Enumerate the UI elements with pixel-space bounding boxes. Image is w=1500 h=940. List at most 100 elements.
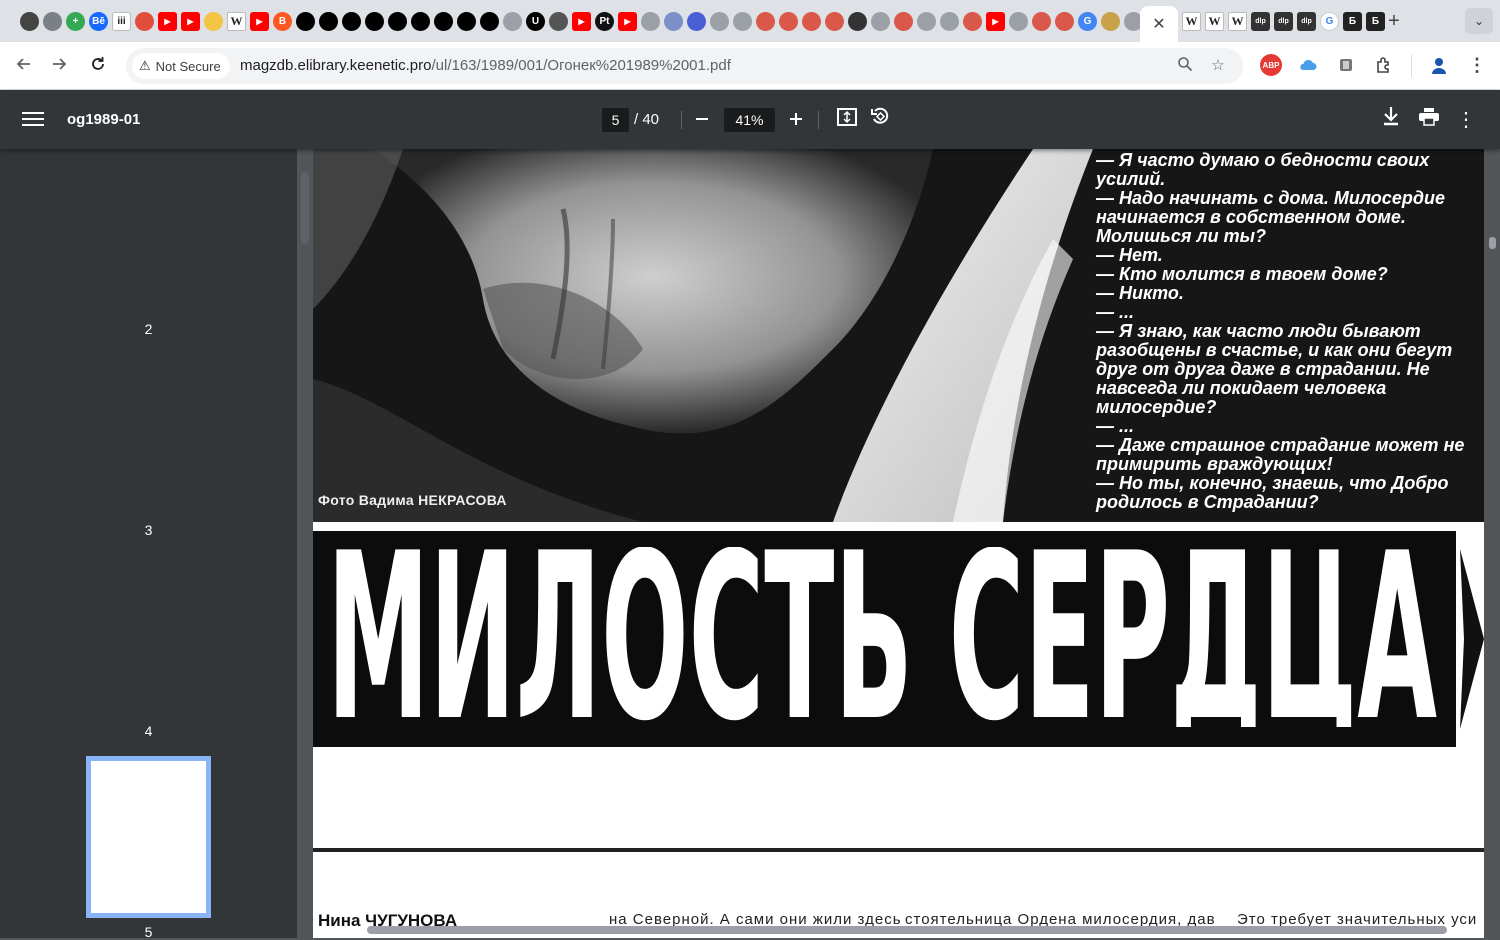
more-options-kebab-icon[interactable]: ⋮: [1452, 106, 1480, 134]
b-icon[interactable]: Б: [1343, 11, 1362, 31]
new-tab-button[interactable]: +: [1382, 9, 1406, 33]
thumbnail-page-5-selected[interactable]: [86, 756, 211, 918]
site-icon[interactable]: [1055, 11, 1074, 31]
rotate-button[interactable]: [866, 106, 894, 134]
dlp-icon[interactable]: dlp: [1251, 11, 1270, 31]
site-icon[interactable]: [135, 11, 154, 31]
security-chip[interactable]: ⚠ Not Secure: [132, 53, 230, 79]
emoji-icon[interactable]: [204, 11, 223, 31]
youtube-icon[interactable]: ▶: [572, 11, 591, 31]
black-circle-icon[interactable]: [342, 11, 361, 31]
zoom-in-button[interactable]: [782, 106, 810, 134]
site-icon[interactable]: [503, 11, 522, 31]
youtube-icon[interactable]: ▶: [618, 11, 637, 31]
site-icon[interactable]: [733, 11, 752, 31]
site-icon[interactable]: [963, 11, 982, 31]
puzzle-icon[interactable]: [20, 11, 39, 31]
black-circle-icon[interactable]: [296, 11, 315, 31]
dlp-icon[interactable]: dlp: [1274, 11, 1293, 31]
iiii-icon[interactable]: iii: [112, 11, 131, 31]
thumbnail-label-4[interactable]: 4: [0, 723, 297, 739]
google-icon[interactable]: G: [1320, 11, 1339, 31]
site-icon[interactable]: [664, 11, 683, 31]
zoom-out-button[interactable]: [688, 106, 716, 134]
black-circle-icon[interactable]: [457, 11, 476, 31]
slash-icon[interactable]: [549, 11, 568, 31]
zoom-magnifier-icon[interactable]: [1175, 56, 1195, 76]
site-icon[interactable]: [802, 11, 821, 31]
site-icon[interactable]: [1032, 11, 1051, 31]
u-icon[interactable]: U: [526, 11, 545, 31]
bookmark-star-icon[interactable]: ☆: [1208, 56, 1228, 76]
tab-search-button[interactable]: ⌄: [1465, 8, 1493, 34]
thumbnail-label-3[interactable]: 3: [0, 522, 297, 538]
youtube-icon[interactable]: ▶: [158, 11, 177, 31]
plus-green-icon[interactable]: +: [66, 11, 85, 31]
black-circle-icon[interactable]: [388, 11, 407, 31]
site-icon[interactable]: [940, 11, 959, 31]
site-icon[interactable]: [848, 11, 867, 31]
black-circle-icon[interactable]: [365, 11, 384, 31]
adblock-extension-icon[interactable]: ABP: [1260, 54, 1282, 76]
toolbar-divider: [818, 111, 819, 129]
site-icon[interactable]: [756, 11, 775, 31]
plus-icon: [790, 113, 802, 125]
site-icon[interactable]: [1101, 11, 1120, 31]
browser-menu-kebab-icon[interactable]: ⋮: [1466, 54, 1488, 76]
dialogue-line: — Я знаю, как часто люди бывают: [1096, 321, 1421, 341]
black-circle-icon[interactable]: [434, 11, 453, 31]
behance-icon[interactable]: Bē: [89, 11, 108, 31]
url-text[interactable]: magzdb.elibrary.keenetic.pro/ul/163/1989…: [240, 57, 731, 74]
vertical-scrollbar[interactable]: [1489, 237, 1496, 249]
extension-gray-icon[interactable]: [1335, 54, 1357, 76]
toolbar-separator: [1411, 55, 1412, 77]
back-button[interactable]: [9, 52, 37, 80]
horizontal-scrollbar[interactable]: [367, 926, 1447, 934]
black-circle-icon[interactable]: [411, 11, 430, 31]
forward-button[interactable]: [46, 52, 74, 80]
wikipedia-icon[interactable]: W: [1182, 11, 1201, 31]
fit-to-page-button[interactable]: [833, 106, 861, 134]
site-icon[interactable]: [1009, 11, 1028, 31]
wikipedia-icon[interactable]: W: [227, 11, 246, 31]
site-icon[interactable]: [641, 11, 660, 31]
site-icon[interactable]: [779, 11, 798, 31]
google-icon[interactable]: G: [1078, 11, 1097, 31]
site-icon[interactable]: [825, 11, 844, 31]
cloud-extension-icon[interactable]: [1297, 54, 1319, 76]
site-icon[interactable]: [687, 11, 706, 31]
tab-strip: + Bē iii ▶ ▶ W ▶ B U ▶ Pt ▶ ▶ G ✕ W W Wdlp dlp dlp G Б Б + ⌄: [0, 0, 1500, 42]
youtube-icon[interactable]: ▶: [181, 11, 200, 31]
youtube-icon[interactable]: ▶: [250, 11, 269, 31]
close-tab-icon[interactable]: ✕: [1152, 14, 1165, 34]
youtube-icon[interactable]: ▶: [986, 11, 1005, 31]
globe-icon[interactable]: [43, 11, 62, 31]
wikipedia-icon[interactable]: W: [1228, 11, 1247, 31]
thumbnail-sidebar: 2 3 4 5: [0, 149, 297, 940]
sidebar-scrollbar[interactable]: [301, 172, 309, 244]
profile-avatar-icon[interactable]: [1428, 54, 1450, 76]
download-button[interactable]: [1377, 106, 1405, 134]
dlp-icon[interactable]: dlp: [1297, 11, 1316, 31]
extensions-puzzle-icon[interactable]: [1373, 54, 1395, 76]
zoom-input[interactable]: 41%: [724, 108, 775, 132]
blogger-icon[interactable]: B: [273, 11, 292, 31]
print-button[interactable]: [1415, 106, 1443, 134]
black-circle-icon[interactable]: [480, 11, 499, 31]
black-circle-icon[interactable]: [319, 11, 338, 31]
site-icon[interactable]: [894, 11, 913, 31]
site-icon[interactable]: [710, 11, 729, 31]
sidebar-menu-button[interactable]: [22, 109, 44, 129]
address-bar[interactable]: ⚠ Not Secure magzdb.elibrary.keenetic.pr…: [126, 48, 1243, 84]
site-icon[interactable]: [871, 11, 890, 31]
dialogue-line: — Никто.: [1096, 283, 1184, 303]
page-number-input[interactable]: 5: [602, 108, 629, 132]
thumbnail-label-2[interactable]: 2: [0, 321, 297, 337]
dialogue-line: — ...: [1096, 416, 1135, 436]
site-icon[interactable]: [917, 11, 936, 31]
security-label: Not Secure: [155, 58, 221, 74]
reload-button[interactable]: [84, 52, 112, 80]
wikipedia-icon[interactable]: W: [1205, 11, 1224, 31]
active-tab[interactable]: ✕: [1140, 6, 1178, 42]
pt-icon[interactable]: Pt: [595, 11, 614, 31]
